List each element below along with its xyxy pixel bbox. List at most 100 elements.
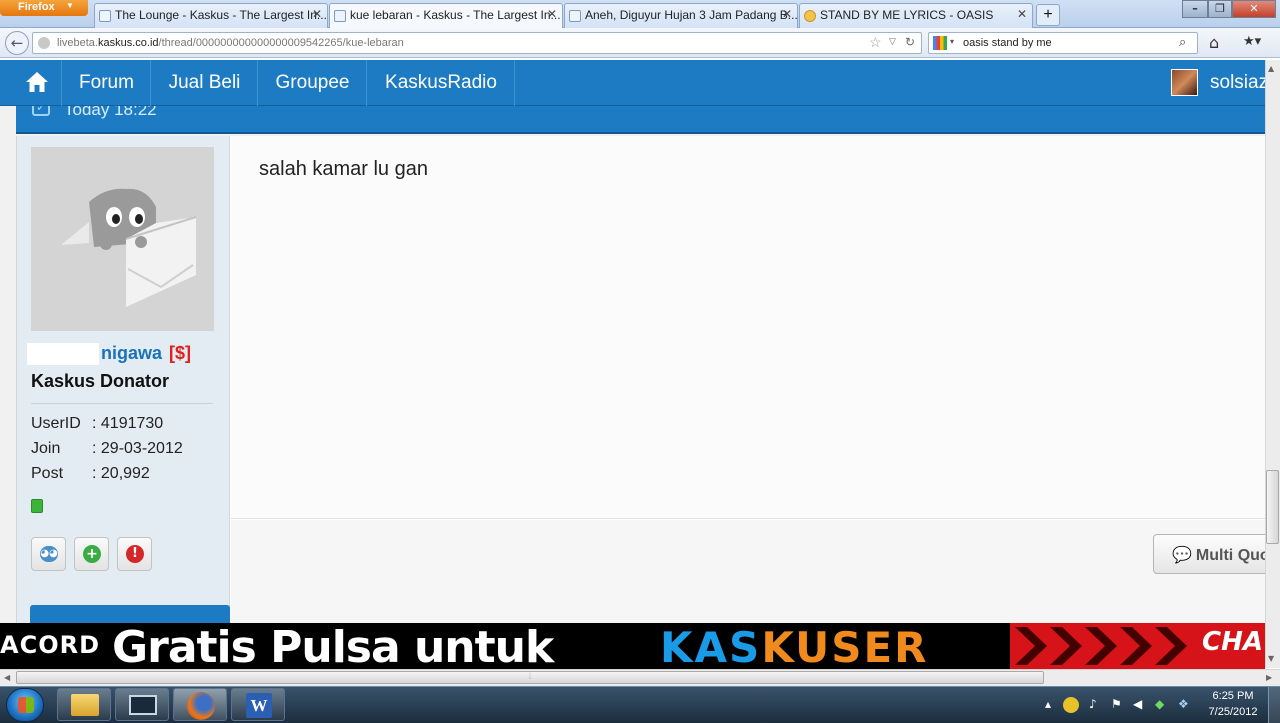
- ad-banner[interactable]: ACORD Gratis Pulsa untuk KASKUSER CHA: [0, 623, 1265, 669]
- google-icon[interactable]: [933, 36, 947, 50]
- maximize-button[interactable]: ❐: [1208, 0, 1232, 18]
- action-center-icon[interactable]: ⚑: [1111, 697, 1122, 711]
- site-navbar: Forum Jual Beli Groupee KaskusRadio sols…: [0, 60, 1265, 106]
- network-icon[interactable]: ◆: [1155, 697, 1164, 711]
- volume-icon[interactable]: ◀: [1133, 697, 1142, 711]
- report-button[interactable]: !: [117, 537, 152, 571]
- home-icon: [26, 72, 48, 92]
- tab-label: kue lebaran - Kaskus - The Largest In...: [350, 8, 561, 22]
- scroll-down-icon[interactable]: ▼: [1268, 654, 1274, 663]
- online-status-icon: [31, 499, 43, 513]
- post-message: salah kamar lu gan: [259, 158, 428, 180]
- donator-badge: [$]: [169, 343, 192, 363]
- address-bar[interactable]: livebeta.kaskus.co.id/thread/00000000000…: [32, 32, 922, 54]
- page-content: ✓ Today 18:22 nigawa [$] Kaskus Donator …: [0, 106, 1265, 623]
- folder-icon: [71, 694, 99, 716]
- banner-kaskuser-logo: KASKUSER: [660, 623, 929, 669]
- media-player-icon: [129, 695, 157, 715]
- search-input[interactable]: ▾ oasis stand by me ⌕: [928, 32, 1198, 54]
- nav-forum[interactable]: Forum: [63, 60, 151, 106]
- taskbar-firefox[interactable]: [173, 688, 227, 721]
- tray-audio-icon[interactable]: ♪: [1089, 697, 1097, 711]
- window-close-button[interactable]: ✕: [1232, 0, 1276, 18]
- post-header: ✓ Today 18:22: [16, 106, 1265, 134]
- taskbar-word[interactable]: W: [231, 688, 285, 721]
- browser-tab-strip: Firefox ▼ The Lounge - Kaskus - The Larg…: [0, 0, 1280, 29]
- vertical-scroll-thumb[interactable]: [1266, 470, 1279, 544]
- user-avatar-placeholder[interactable]: [31, 147, 214, 331]
- taskbar-explorer[interactable]: [57, 688, 111, 721]
- user-avatar[interactable]: [1171, 69, 1198, 96]
- dropbox-icon[interactable]: ❖: [1178, 697, 1189, 711]
- multi-quote-button[interactable]: 💬Multi Quote: [1153, 534, 1265, 574]
- tab-label: Aneh, Diguyur Hujan 3 Jam Padang B...: [585, 8, 798, 22]
- nav-jual-beli-label: Jual Beli: [168, 72, 241, 93]
- username[interactable]: nigawa [$]: [101, 343, 191, 364]
- top-username[interactable]: solsiaz: [1210, 60, 1265, 106]
- user-panel: nigawa [$] Kaskus Donator UserID : 41917…: [17, 136, 230, 623]
- banner-kas-text: KAS: [660, 623, 762, 669]
- close-icon[interactable]: ✕: [312, 7, 322, 21]
- show-hidden-icons[interactable]: ▴: [1045, 697, 1051, 711]
- scroll-left-icon[interactable]: ◀: [4, 673, 10, 682]
- tab-stand-by-me[interactable]: STAND BY ME LYRICS - OASIS ✕: [799, 3, 1033, 28]
- username-text: nigawa: [101, 343, 163, 363]
- start-button[interactable]: [6, 688, 44, 722]
- clock-time: 6:25 PM: [1212, 690, 1254, 702]
- nav-groupee[interactable]: Groupee: [259, 60, 367, 106]
- plus-icon: +: [83, 545, 101, 563]
- arrow-left-icon: ←: [10, 34, 24, 52]
- site-home-button[interactable]: [0, 60, 62, 106]
- banner-headline: Gratis Pulsa untuk: [112, 623, 554, 669]
- tab-aneh-diguyur[interactable]: Aneh, Diguyur Hujan 3 Jam Padang B... ✕: [564, 3, 798, 28]
- dropdown-arrow-icon[interactable]: ▽: [889, 36, 896, 47]
- show-desktop-button[interactable]: [1268, 687, 1280, 723]
- new-tab-button[interactable]: +: [1036, 4, 1060, 26]
- bookmarks-icon[interactable]: ★▾: [1243, 34, 1261, 49]
- reload-icon[interactable]: ↻: [905, 35, 915, 49]
- nav-kaskusradio[interactable]: KaskusRadio: [368, 60, 515, 106]
- lyrics-favicon-icon: [804, 10, 816, 22]
- userid-label: UserID: [31, 415, 81, 432]
- userid-value: : 4191730: [92, 415, 164, 432]
- firefox-menu-label: Firefox: [18, 1, 55, 13]
- view-profile-button[interactable]: ◕◕: [31, 537, 66, 571]
- tab-kue-lebaran[interactable]: kue lebaran - Kaskus - The Largest In...…: [329, 3, 563, 29]
- tray-app-icon[interactable]: [1063, 697, 1079, 713]
- chevron-down-icon[interactable]: ▾: [950, 37, 954, 46]
- url-path: /thread/000000000000000009542265/kue-leb…: [158, 37, 404, 49]
- vertical-scrollbar[interactable]: ▲ ▼: [1265, 60, 1280, 668]
- taskbar-clock[interactable]: 6:25 PM 7/25/2012: [1202, 688, 1264, 720]
- reply-bar[interactable]: [30, 605, 230, 623]
- add-reputation-button[interactable]: +: [74, 537, 109, 571]
- nav-jual-beli[interactable]: Jual Beli: [152, 60, 258, 106]
- join-value: : 29-03-2012: [92, 440, 183, 457]
- clock-date: 7/25/2012: [1208, 706, 1258, 718]
- horizontal-scroll-thumb[interactable]: ⦙: [16, 671, 1044, 684]
- home-icon[interactable]: ⌂: [1209, 33, 1219, 52]
- bookmark-star-icon[interactable]: ☆: [869, 34, 882, 51]
- scroll-up-icon[interactable]: ▲: [1268, 64, 1274, 73]
- divider: [31, 403, 213, 404]
- close-icon[interactable]: ✕: [782, 7, 792, 21]
- windows-logo-icon: [18, 697, 34, 713]
- speech-bubbles-icon: 💬: [1172, 547, 1192, 564]
- minimize-button[interactable]: –: [1182, 0, 1208, 18]
- join-label: Join: [31, 440, 61, 457]
- nav-forum-label: Forum: [79, 72, 134, 93]
- browser-nav-bar: ← livebeta.kaskus.co.id/thread/000000000…: [0, 28, 1280, 58]
- scroll-right-icon[interactable]: ▶: [1266, 673, 1272, 682]
- redacted-username-part: [27, 343, 99, 365]
- banner-acord-logo: ACORD: [0, 631, 100, 659]
- profile-face-icon: ◕◕: [40, 546, 58, 562]
- search-icon[interactable]: ⌕: [1179, 34, 1186, 50]
- taskbar-media[interactable]: [115, 688, 169, 721]
- close-icon[interactable]: ✕: [547, 7, 557, 21]
- nav-groupee-label: Groupee: [275, 72, 350, 93]
- tab-the-lounge[interactable]: The Lounge - Kaskus - The Largest In... …: [94, 3, 328, 28]
- firefox-menu-button[interactable]: Firefox ▼: [0, 0, 88, 16]
- chevron-down-icon: ▼: [66, 1, 74, 10]
- close-icon[interactable]: ✕: [1017, 7, 1027, 21]
- url-prefix: livebeta.: [57, 37, 98, 49]
- back-button[interactable]: ←: [5, 31, 29, 55]
